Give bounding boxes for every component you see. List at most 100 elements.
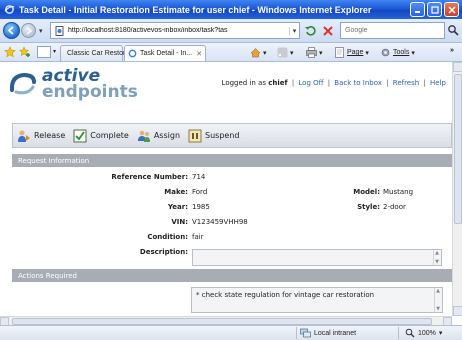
search-field[interactable] — [340, 22, 445, 39]
refresh-link[interactable]: Refresh — [393, 79, 419, 87]
actions-required-textarea[interactable]: * check state regulation for vintage car… — [191, 287, 443, 313]
window-title-bar: Task Detail - Initial Restoration Estima… — [0, 0, 462, 19]
home-button[interactable]: ▾ — [250, 47, 267, 58]
forward-button[interactable] — [21, 23, 36, 38]
status-separator — [296, 327, 297, 339]
logo-word-endpoints: endpoints — [42, 82, 138, 102]
url-input[interactable]: http://localhost:8180/activevos-inbox/in… — [50, 22, 300, 39]
print-dropdown-icon[interactable]: ▾ — [319, 49, 323, 57]
tab-label: Classic Car Restor... — [67, 50, 131, 57]
complete-label: Complete — [90, 131, 129, 140]
search-icon[interactable] — [447, 24, 459, 36]
maximize-button[interactable] — [427, 2, 442, 17]
minimize-button[interactable] — [410, 2, 425, 17]
page-horizontal-scrollbar[interactable] — [0, 316, 452, 326]
assign-users-icon — [137, 130, 150, 142]
scroll-down-icon: ▼ — [435, 259, 439, 265]
quick-tabs-icon[interactable] — [37, 46, 51, 58]
user-links: Logged in as chief | Log Off | Back to I… — [222, 79, 446, 87]
stop-icon[interactable] — [321, 24, 335, 38]
history-dropdown-icon[interactable]: ▾ — [39, 27, 43, 35]
print-button[interactable]: ▾ — [306, 47, 323, 58]
feeds-icon — [277, 47, 288, 58]
status-separator — [398, 327, 399, 339]
page-icon — [55, 25, 64, 36]
tab-bar: ▾ Classic Car Restor... Task Detail - In… — [0, 43, 462, 62]
forward-arrow-icon — [26, 26, 32, 35]
tools-menu-dropdown-icon[interactable]: ▾ — [411, 49, 415, 57]
refresh-icon[interactable] — [304, 24, 318, 38]
tab-label: Task Detail - In... — [139, 50, 193, 57]
scroll-down-icon: ▼ — [436, 306, 440, 312]
page-menu-icon — [335, 47, 344, 58]
home-icon — [250, 48, 261, 58]
complete-checkbox-icon — [73, 129, 87, 142]
page-vertical-scrollbar[interactable] — [452, 62, 462, 316]
scroll-down-button[interactable] — [453, 306, 462, 316]
ie-page-icon — [128, 49, 137, 58]
more-commands-icon[interactable]: » — [450, 47, 454, 54]
style-value: 2-door — [383, 203, 406, 211]
close-tab-icon[interactable]: ✕ — [196, 50, 202, 58]
zoom-magnifier-icon — [405, 328, 415, 338]
description-scrollbar[interactable]: ▲ ▼ — [433, 250, 440, 265]
horizontal-scroll-thumb[interactable] — [12, 318, 432, 325]
favorites-star-icon[interactable] — [4, 46, 16, 58]
suspend-label: Suspend — [205, 131, 240, 140]
add-favorite-icon[interactable] — [19, 46, 31, 58]
close-window-button[interactable] — [444, 2, 459, 17]
logged-in-user: chief — [268, 79, 288, 87]
local-intranet-icon — [300, 328, 311, 338]
link-separator: | — [423, 79, 426, 87]
actions-required-text: * check state regulation for vintage car… — [196, 291, 375, 299]
vin-value: V123459VHH98 — [192, 218, 248, 226]
feeds-dropdown-icon[interactable]: ▾ — [290, 49, 294, 57]
tab-classic-car[interactable]: Classic Car Restor... — [60, 45, 131, 61]
search-input[interactable] — [345, 27, 425, 34]
home-dropdown-icon[interactable]: ▾ — [263, 49, 267, 57]
release-label: Release — [34, 131, 66, 140]
window-title: Task Detail - Initial Restoration Estima… — [19, 4, 372, 15]
zoom-dropdown-icon[interactable]: ▾ — [439, 329, 443, 337]
back-arrow-icon — [7, 26, 14, 35]
url-dropdown-icon[interactable]: ▾ — [289, 26, 299, 35]
link-separator: | — [327, 79, 331, 87]
tab-list-dropdown-icon[interactable]: ▾ — [53, 48, 56, 55]
maximize-icon — [430, 5, 439, 14]
back-button[interactable] — [3, 22, 20, 39]
description-textarea[interactable]: ▲ ▼ — [192, 249, 442, 266]
tab-task-detail[interactable]: Task Detail - In... ✕ — [124, 45, 206, 61]
condition-label: Condition: — [147, 233, 188, 241]
reference-number-value: 714 — [192, 173, 206, 181]
zoom-control[interactable]: 100% ▾ — [405, 328, 442, 338]
complete-button[interactable]: Complete — [73, 129, 129, 143]
link-separator: | — [291, 79, 295, 87]
make-label: Make: — [164, 188, 188, 196]
suspend-button[interactable]: Suspend — [188, 129, 239, 143]
log-off-link[interactable]: Log Off — [298, 79, 323, 87]
style-label: Style: — [357, 203, 380, 211]
actions-required-header: Actions Required — [12, 269, 452, 282]
url-text: http://localhost:8180/activevos-inbox/in… — [68, 27, 228, 34]
tools-menu-button[interactable]: Tools ▾ — [380, 47, 415, 58]
release-button[interactable]: Release — [17, 129, 65, 143]
minimize-icon — [414, 10, 420, 13]
back-to-inbox-link[interactable]: Back to Inbox — [334, 79, 382, 87]
condition-value: fair — [192, 233, 204, 241]
scroll-up-button[interactable] — [453, 62, 462, 72]
scroll-up-icon: ▲ — [435, 250, 439, 256]
feeds-button[interactable]: ▾ — [277, 47, 294, 58]
page-menu-dropdown-icon[interactable]: ▾ — [365, 49, 369, 57]
security-zone-label: Local intranet — [314, 329, 357, 337]
assign-button[interactable]: Assign — [137, 129, 180, 143]
page-menu-button[interactable]: Page ▾ — [334, 47, 369, 58]
help-link[interactable]: Help — [430, 79, 446, 87]
release-icon — [18, 130, 30, 142]
vertical-scroll-thumb[interactable] — [454, 74, 462, 224]
security-zone[interactable]: Local intranet — [300, 328, 356, 338]
description-label: Description: — [139, 248, 188, 256]
close-icon — [447, 5, 456, 14]
actions-scrollbar[interactable]: ▲ ▼ — [434, 288, 441, 312]
task-toolbar: Release Complete Assign Suspend — [12, 123, 452, 148]
scroll-up-icon: ▲ — [436, 288, 440, 294]
